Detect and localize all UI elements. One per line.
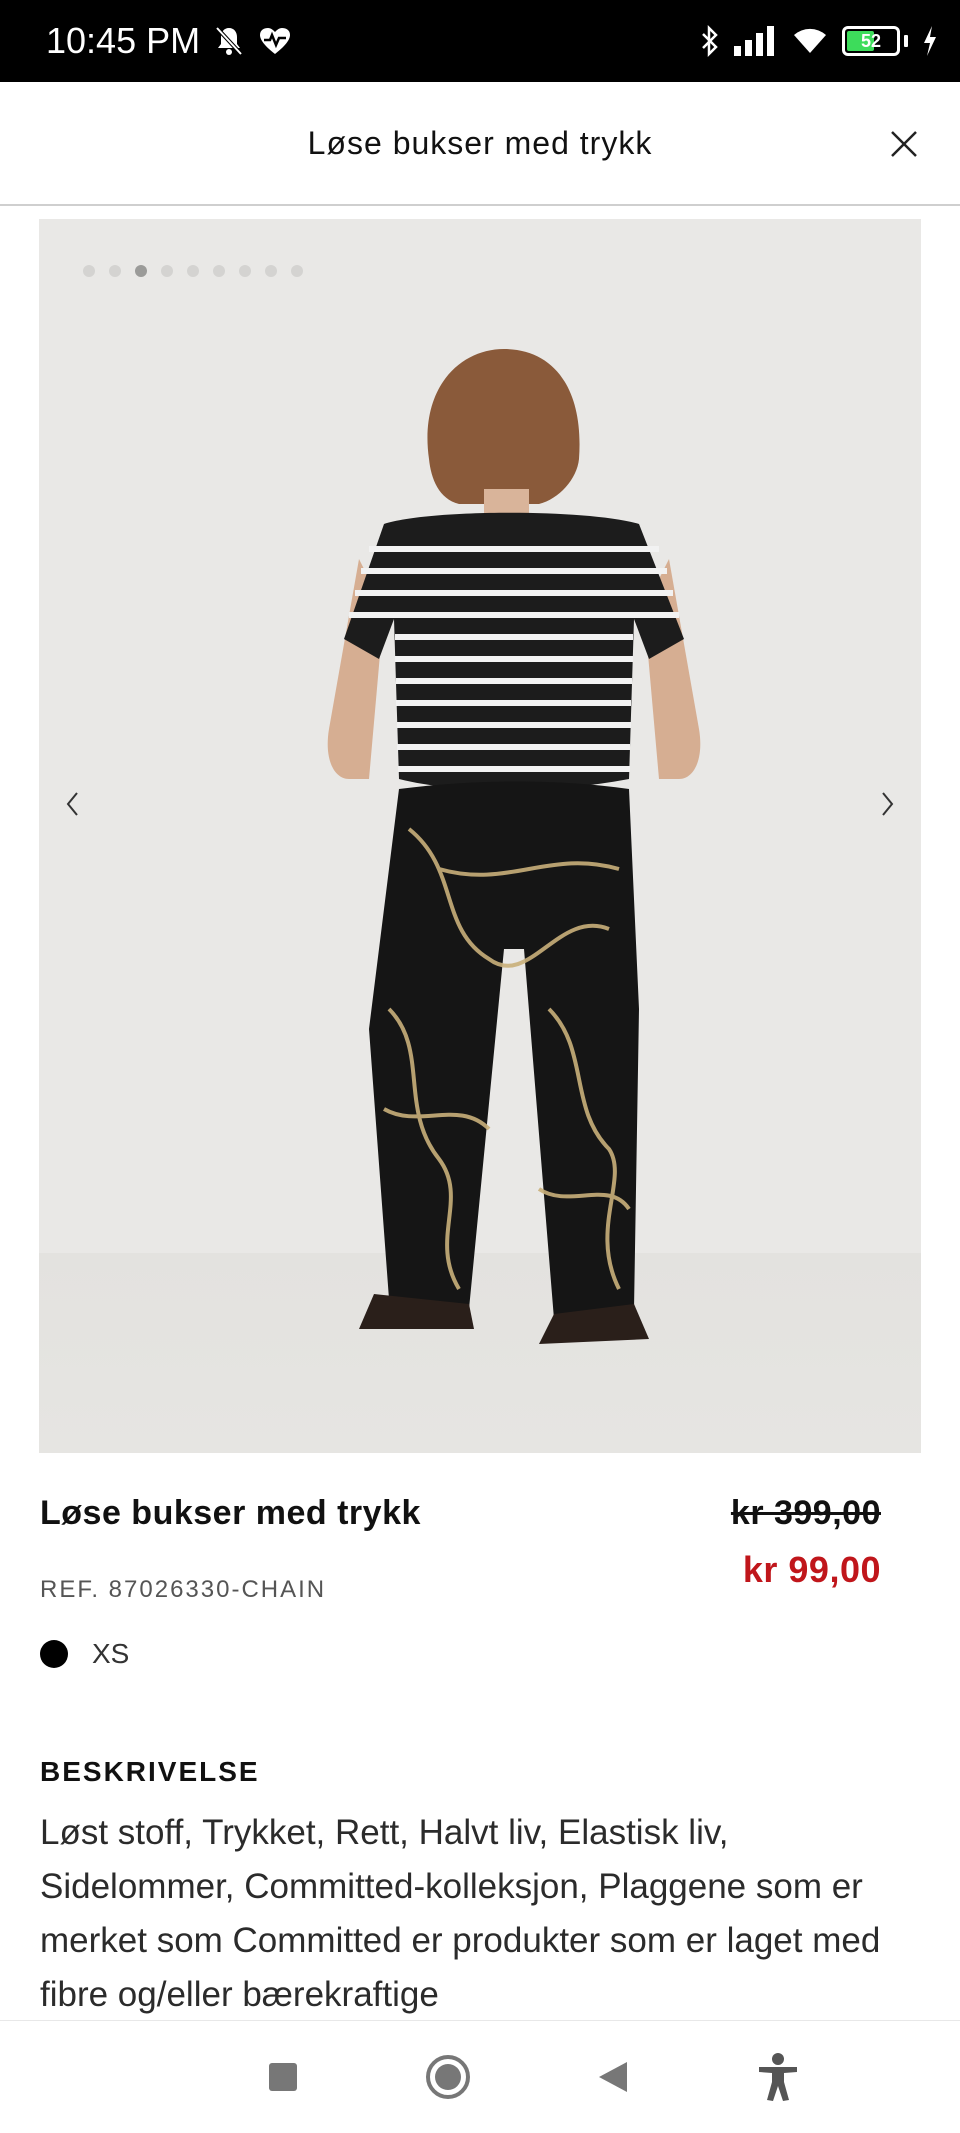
wifi-icon: [792, 27, 828, 55]
next-image-button[interactable]: [867, 779, 907, 829]
square-icon: [268, 2063, 297, 2091]
status-right: 52: [700, 24, 938, 58]
pagination-dot[interactable]: [187, 265, 199, 277]
sale-price: kr 99,00: [742, 1549, 881, 1590]
pagination-dot[interactable]: [213, 265, 225, 277]
product-image-gallery[interactable]: [39, 219, 921, 1453]
pagination-dot[interactable]: [83, 265, 95, 277]
status-left: 10:45 PM: [46, 20, 292, 62]
charging-bolt-icon: [922, 26, 938, 56]
pagination-dot[interactable]: [161, 265, 173, 277]
pagination-dot[interactable]: [109, 265, 121, 277]
back-button[interactable]: [578, 2042, 648, 2112]
recents-button[interactable]: [248, 2042, 318, 2112]
page-title: Løse bukser med trykk: [307, 124, 653, 161]
color-size-selector[interactable]: XS: [40, 1638, 129, 1670]
product-photo: [327, 349, 701, 1344]
product-header: Løse bukser med trykk: [0, 82, 960, 206]
image-pagination-dots: [83, 265, 303, 277]
description-text: Løst stoff, Trykket, Rett, Halvt liv, El…: [40, 1813, 881, 2014]
system-navigation-bar: [0, 2020, 960, 2133]
close-button[interactable]: [882, 122, 926, 166]
bluetooth-icon: [700, 24, 720, 58]
product-name: Løse bukser med trykk: [40, 1494, 421, 1532]
bell-muted-icon: [214, 25, 244, 57]
product-reference: REF. 87026330-CHAIN: [40, 1576, 327, 1603]
chevron-right-icon: [882, 792, 894, 816]
pagination-dot[interactable]: [265, 265, 277, 277]
accessibility-icon: [758, 2053, 797, 2101]
size-label: XS: [92, 1638, 130, 1669]
signal-icon: [734, 26, 778, 56]
color-swatch[interactable]: [40, 1640, 68, 1668]
accessibility-button[interactable]: [743, 2042, 813, 2112]
battery-icon: 52: [842, 26, 900, 56]
chevron-left-icon: [66, 792, 78, 816]
original-price: kr 399,00: [730, 1494, 881, 1532]
pagination-dot-active[interactable]: [135, 265, 147, 277]
triangle-back-icon: [598, 2062, 627, 2092]
home-button[interactable]: [413, 2042, 483, 2112]
battery-level: 52: [860, 30, 882, 51]
circle-icon: [425, 2055, 470, 2099]
pagination-dot[interactable]: [239, 265, 251, 277]
pagination-dot[interactable]: [291, 265, 303, 277]
health-heart-icon: [258, 26, 292, 56]
status-time: 10:45 PM: [46, 20, 201, 61]
previous-image-button[interactable]: [53, 779, 93, 829]
description-heading: BESKRIVELSE: [40, 1756, 260, 1787]
status-bar: 10:45 PM 52: [0, 0, 960, 82]
close-icon: [891, 131, 917, 157]
battery-cap: [904, 35, 908, 47]
